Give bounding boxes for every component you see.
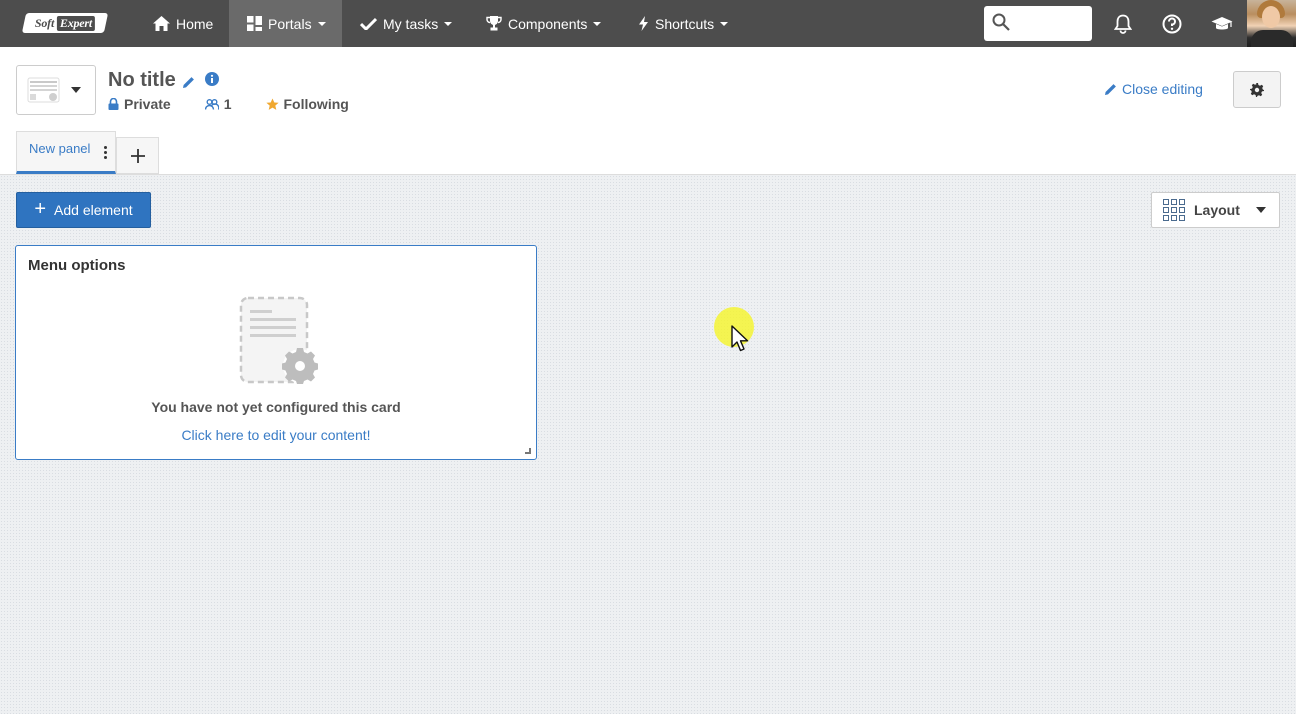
- resize-handle[interactable]: [525, 448, 531, 454]
- portals-icon: [247, 16, 262, 31]
- star-icon: [265, 98, 279, 111]
- help-icon[interactable]: [1160, 12, 1184, 36]
- layout-dropdown[interactable]: Layout: [1151, 192, 1280, 228]
- kebab-icon[interactable]: [104, 146, 107, 159]
- chevron-down-icon: [71, 87, 81, 93]
- privacy-status[interactable]: Private: [108, 96, 171, 112]
- following-label: Following: [283, 96, 349, 112]
- nav-my-tasks[interactable]: My tasks: [360, 0, 453, 47]
- softexpert-logo[interactable]: Soft Expert: [21, 13, 109, 33]
- chevron-down-icon: [720, 22, 729, 26]
- tab-new-panel-label: New panel: [29, 141, 91, 156]
- pencil-icon[interactable]: [182, 76, 195, 89]
- top-navbar: Soft Expert Home Portals My tasks Compon…: [0, 0, 1296, 47]
- nav-shortcuts[interactable]: Shortcuts: [638, 0, 729, 47]
- nav-shortcuts-label: Shortcuts: [655, 15, 715, 32]
- users-icon: [204, 98, 219, 110]
- chevron-down-icon: [1255, 207, 1266, 213]
- nav-home[interactable]: Home: [153, 0, 213, 47]
- chevron-down-icon: [593, 22, 602, 26]
- nav-components-label: Components: [508, 15, 588, 32]
- pencil-icon: [1104, 83, 1117, 96]
- page-title: No title: [108, 69, 176, 91]
- graduation-cap-icon[interactable]: [1210, 12, 1234, 36]
- search-box: [984, 6, 1092, 41]
- portal-thumbnail-dropdown[interactable]: [16, 65, 96, 115]
- following-toggle[interactable]: Following: [265, 96, 349, 112]
- trophy-icon: [486, 16, 502, 31]
- nav-home-label: Home: [176, 15, 214, 32]
- lock-icon: [108, 98, 119, 110]
- settings-button[interactable]: [1233, 71, 1281, 108]
- add-tab-button[interactable]: [116, 137, 159, 174]
- panel-content: + Add element Layout Menu options You ha…: [0, 175, 1296, 714]
- add-element-label: Add element: [54, 202, 133, 218]
- plus-icon: [130, 148, 145, 163]
- user-avatar[interactable]: [1247, 0, 1296, 47]
- bell-icon[interactable]: [1111, 12, 1135, 36]
- privacy-label: Private: [124, 96, 171, 112]
- close-editing-label: Close editing: [1122, 81, 1203, 97]
- portal-header: No title Private 1 Following Close editi…: [0, 47, 1296, 175]
- bolt-icon: [638, 16, 649, 31]
- portal-meta: Private 1 Following: [108, 96, 383, 112]
- layout-label: Layout: [1194, 202, 1240, 218]
- nav-components[interactable]: Components: [486, 0, 602, 47]
- mouse-cursor-icon: [731, 325, 751, 356]
- tab-new-panel[interactable]: New panel: [16, 131, 116, 174]
- grid-icon: [1163, 199, 1185, 221]
- members-count-label: 1: [223, 96, 232, 112]
- chevron-down-icon: [317, 22, 326, 26]
- logo-text-right: Expert: [56, 15, 95, 31]
- close-editing-link[interactable]: Close editing: [1104, 81, 1203, 97]
- card-empty-message: You have not yet configured this card: [151, 399, 401, 415]
- nav-my-tasks-label: My tasks: [383, 15, 439, 32]
- gear-icon: [1250, 82, 1264, 97]
- card-title: Menu options: [28, 257, 126, 274]
- chevron-down-icon: [444, 22, 453, 26]
- nav-portals[interactable]: Portals: [229, 0, 342, 47]
- members-count[interactable]: 1: [204, 96, 232, 112]
- nav-portals-label: Portals: [268, 15, 312, 32]
- add-element-button[interactable]: + Add element: [16, 192, 151, 228]
- search-icon[interactable]: [992, 13, 1010, 34]
- check-icon: [360, 17, 377, 30]
- portal-thumbnail-icon: [27, 75, 61, 105]
- search-input[interactable]: [1014, 11, 1084, 36]
- logo-text-left: Soft: [35, 15, 55, 30]
- unconfigured-card-icon: [238, 296, 320, 386]
- info-icon[interactable]: [204, 71, 219, 86]
- home-icon: [153, 16, 170, 31]
- menu-options-card[interactable]: Menu options You have not yet configured…: [15, 245, 537, 460]
- edit-content-link[interactable]: Click here to edit your content!: [16, 427, 536, 443]
- title-row: No title: [108, 69, 219, 92]
- plus-icon: +: [34, 198, 47, 220]
